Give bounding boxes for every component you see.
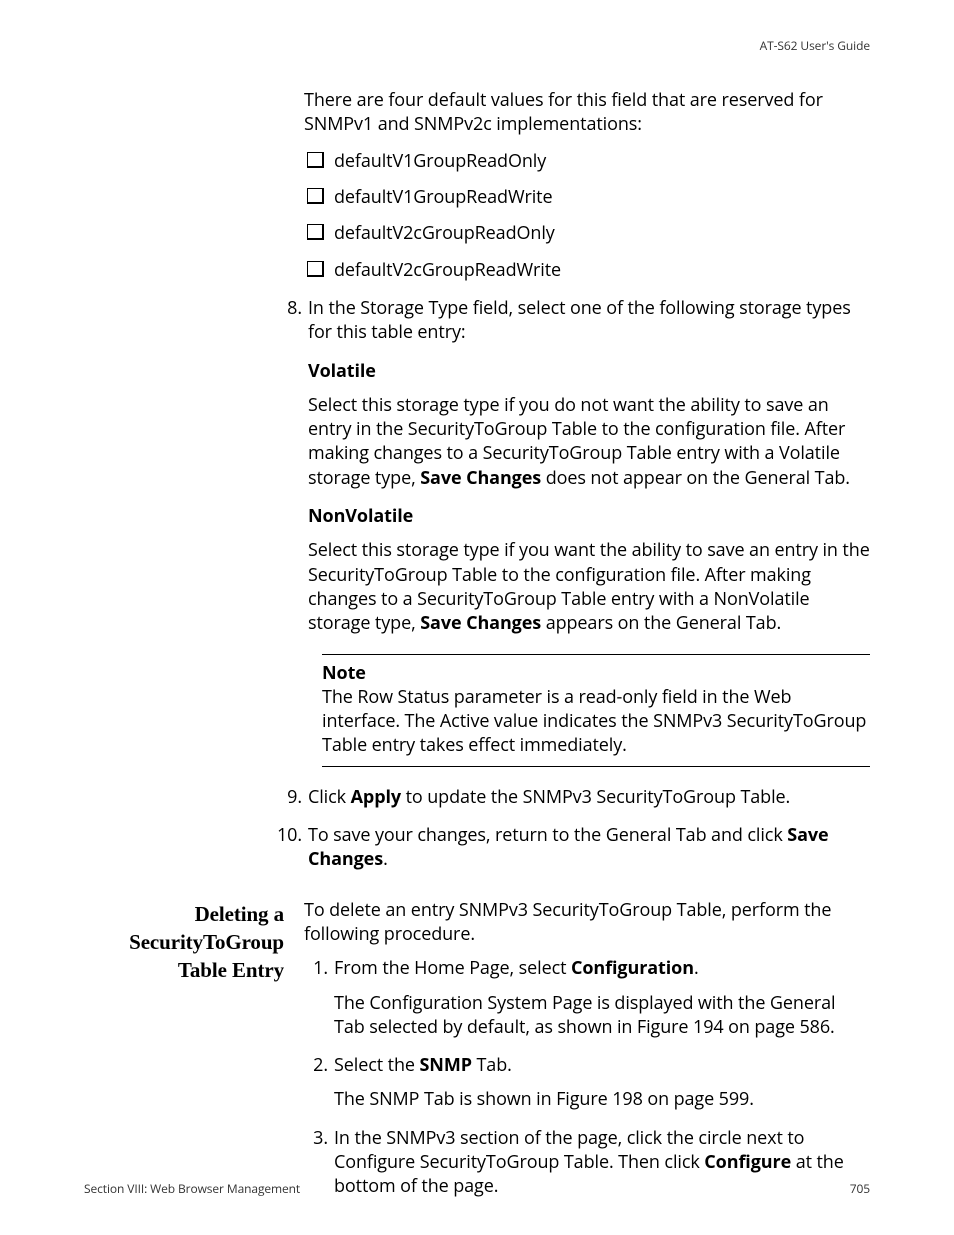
volatile-term: Volatile [308,359,870,383]
defaults-list: defaultV1GroupReadOnly defaultV1GroupRea… [304,149,870,282]
checkbox-icon [307,261,324,277]
checkbox-icon [307,224,324,240]
side-heading: Deleting a SecurityToGroup Table Entry [84,898,304,1213]
note-title: Note [322,661,870,685]
nonvolatile-desc: Select this storage type if you want the… [308,538,870,635]
procedure-list-b: 1. From the Home Page, select Configurat… [304,956,870,1198]
step-1-sub: The Configuration System Page is display… [334,991,870,1040]
section-body: To delete an entry SNMPv3 SecurityToGrou… [304,898,870,1213]
section-intro: To delete an entry SNMPv3 SecurityToGrou… [304,898,870,947]
list-item: defaultV1GroupReadWrite [304,185,870,209]
nonvolatile-term: NonVolatile [308,504,870,528]
step-9: 9. Click Apply to update the SNMPv3 Secu… [278,785,870,809]
procedure-list-a: 8. In the Storage Type field, select one… [278,296,870,872]
step-2-sub: The SNMP Tab is shown in Figure 198 on p… [334,1087,870,1111]
deleting-section: Deleting a SecurityToGroup Table Entry T… [84,898,870,1213]
step-1: 1. From the Home Page, select Configurat… [304,956,870,1039]
step-10: 10. To save your changes, return to the … [278,823,870,872]
step-2: 2. Select the SNMP Tab. The SNMP Tab is … [304,1053,870,1112]
checkbox-icon [307,152,324,168]
list-item: defaultV2cGroupReadOnly [304,221,870,245]
intro-paragraph: There are four default values for this f… [304,88,870,137]
main-body: There are four default values for this f… [304,88,870,871]
running-header: AT-S62 User's Guide [84,38,870,54]
checkbox-icon [307,188,324,204]
page-number: 705 [850,1181,870,1197]
note-text: The Row Status parameter is a read-only … [322,685,870,758]
guide-title: AT-S62 User's Guide [760,37,870,54]
list-item: defaultV1GroupReadOnly [304,149,870,173]
volatile-desc: Select this storage type if you do not w… [308,393,870,490]
footer-left: Section VIII: Web Browser Management [84,1181,300,1197]
step-8: 8. In the Storage Type field, select one… [278,296,870,767]
list-item: defaultV2cGroupReadWrite [304,258,870,282]
footer: Section VIII: Web Browser Management 705 [84,1181,870,1197]
note-box: Note The Row Status parameter is a read-… [322,654,870,767]
